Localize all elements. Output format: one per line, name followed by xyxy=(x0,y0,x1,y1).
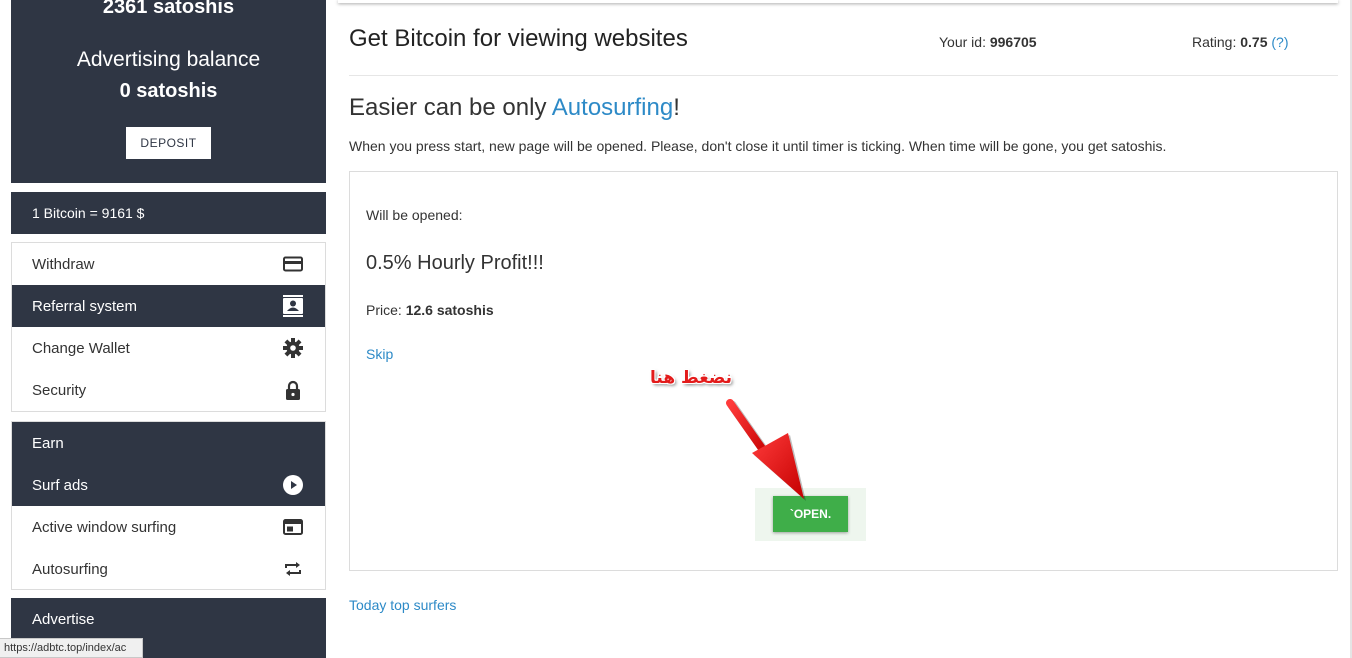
sidebar-item-active-window-surfing[interactable]: Active window surfing xyxy=(12,506,325,548)
sidebar-item-surf-ads[interactable]: Surf ads xyxy=(12,464,325,506)
sidebar-item-label: Referral system xyxy=(32,297,138,315)
user-id-value: 996705 xyxy=(989,34,1037,50)
contact-card-icon xyxy=(282,295,304,317)
sidebar-item-label: Surf ads xyxy=(32,476,88,494)
gear-icon xyxy=(282,337,304,359)
price-label: Price: xyxy=(366,302,402,318)
autosurfing-link[interactable]: Autosurfing xyxy=(552,94,673,121)
surf-panel: Will be opened: 0.5% Hourly Profit!!! Pr… xyxy=(349,171,1338,571)
annotation-text: نضغط هنا xyxy=(650,368,732,388)
advertising-balance-value: 0 satoshis xyxy=(119,80,218,102)
sidebar-item-label: Security xyxy=(32,381,87,399)
autosurf-promo-prefix: Easier can be only xyxy=(349,94,552,121)
advertise-header-label: Advertise xyxy=(32,611,95,628)
earn-header: Earn xyxy=(12,422,325,464)
earn-menu: Earn Surf ads Active window surfing Auto… xyxy=(11,421,326,590)
will-open-label: Will be opened: xyxy=(366,207,463,223)
satoshi-balance: 2361 satoshis xyxy=(102,0,235,18)
sidebar-item-change-wallet[interactable]: Change Wallet xyxy=(12,327,325,369)
price: Price: 12.6 satoshis xyxy=(366,302,494,318)
sidebar-item-label: Active window surfing xyxy=(32,518,177,536)
sidebar-item-withdraw[interactable]: Withdraw xyxy=(12,243,325,285)
skip-link[interactable]: Skip xyxy=(366,346,393,362)
advertising-balance-title: Advertising balance xyxy=(76,48,261,71)
today-top-surfers-link[interactable]: Today top surfers xyxy=(349,597,456,613)
balance-card: 2361 satoshis Advertising balance 0 sato… xyxy=(11,0,326,183)
lock-icon xyxy=(282,379,304,401)
user-id: Your id: 996705 xyxy=(939,34,1037,50)
deposit-button[interactable]: DEPOSIT xyxy=(126,127,211,159)
rating-label: Rating: xyxy=(1192,34,1237,50)
account-menu: Withdraw Referral system Change Wallet S… xyxy=(11,242,326,412)
rating: Rating: 0.75 (?) xyxy=(1192,34,1289,50)
divider xyxy=(349,75,1338,76)
play-circle-icon xyxy=(282,474,304,496)
sidebar-item-label: Withdraw xyxy=(32,255,95,273)
repeat-icon xyxy=(282,558,304,580)
credit-card-icon xyxy=(282,253,304,275)
annotation-arrow-icon xyxy=(726,399,806,501)
top-card-edge xyxy=(338,0,1338,3)
status-bar-url: https://adbtc.top/index/ac xyxy=(0,638,143,658)
sidebar-item-referral-system[interactable]: Referral system xyxy=(12,285,325,327)
browser-window-icon xyxy=(282,516,304,538)
sidebar-item-label: Autosurfing xyxy=(32,560,108,578)
surf-description: When you press start, new page will be o… xyxy=(349,138,1167,154)
sidebar-item-label: Change Wallet xyxy=(32,339,130,357)
autosurf-promo-suffix: ! xyxy=(673,94,680,121)
bitcoin-rate: 1 Bitcoin = 9161 $ xyxy=(11,192,326,234)
autosurf-promo: Easier can be only Autosurfing! xyxy=(349,94,680,122)
site-title: 0.5% Hourly Profit!!! xyxy=(366,252,544,274)
user-id-label: Your id: xyxy=(939,34,986,50)
sidebar-item-autosurfing[interactable]: Autosurfing xyxy=(12,548,325,590)
page-title: Get Bitcoin for viewing websites xyxy=(349,25,688,52)
list-icon xyxy=(284,652,304,656)
rating-help-link[interactable]: (?) xyxy=(1271,34,1288,50)
sidebar-item-security[interactable]: Security xyxy=(12,369,325,411)
rating-value: 0.75 xyxy=(1240,34,1268,50)
earn-header-label: Earn xyxy=(32,434,64,452)
price-value: 12.6 satoshis xyxy=(405,302,494,318)
